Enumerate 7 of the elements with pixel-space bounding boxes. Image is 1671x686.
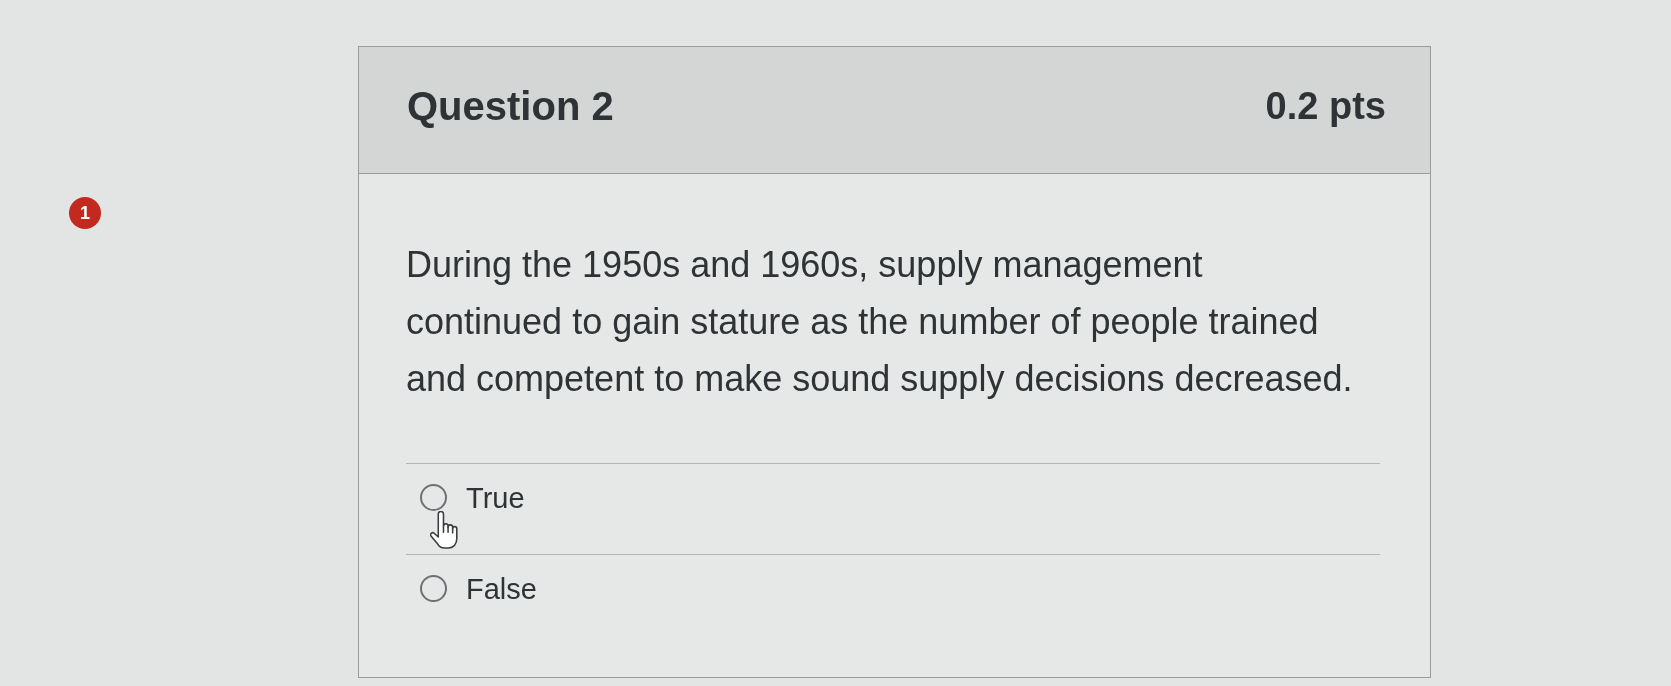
question-text: During the 1950s and 1960s, supply management continued to gain stature as the number of people trained and competent to make sound supply decisions decreased. <box>406 243 1354 401</box>
question-title: Question 2 <box>407 83 614 130</box>
radio-button[interactable] <box>420 575 447 602</box>
points-label: 0.2 pts <box>1265 83 1386 129</box>
number-badge: 1 <box>69 197 101 229</box>
answer-label[interactable]: True <box>466 480 525 516</box>
answer-label[interactable]: False <box>466 571 537 607</box>
